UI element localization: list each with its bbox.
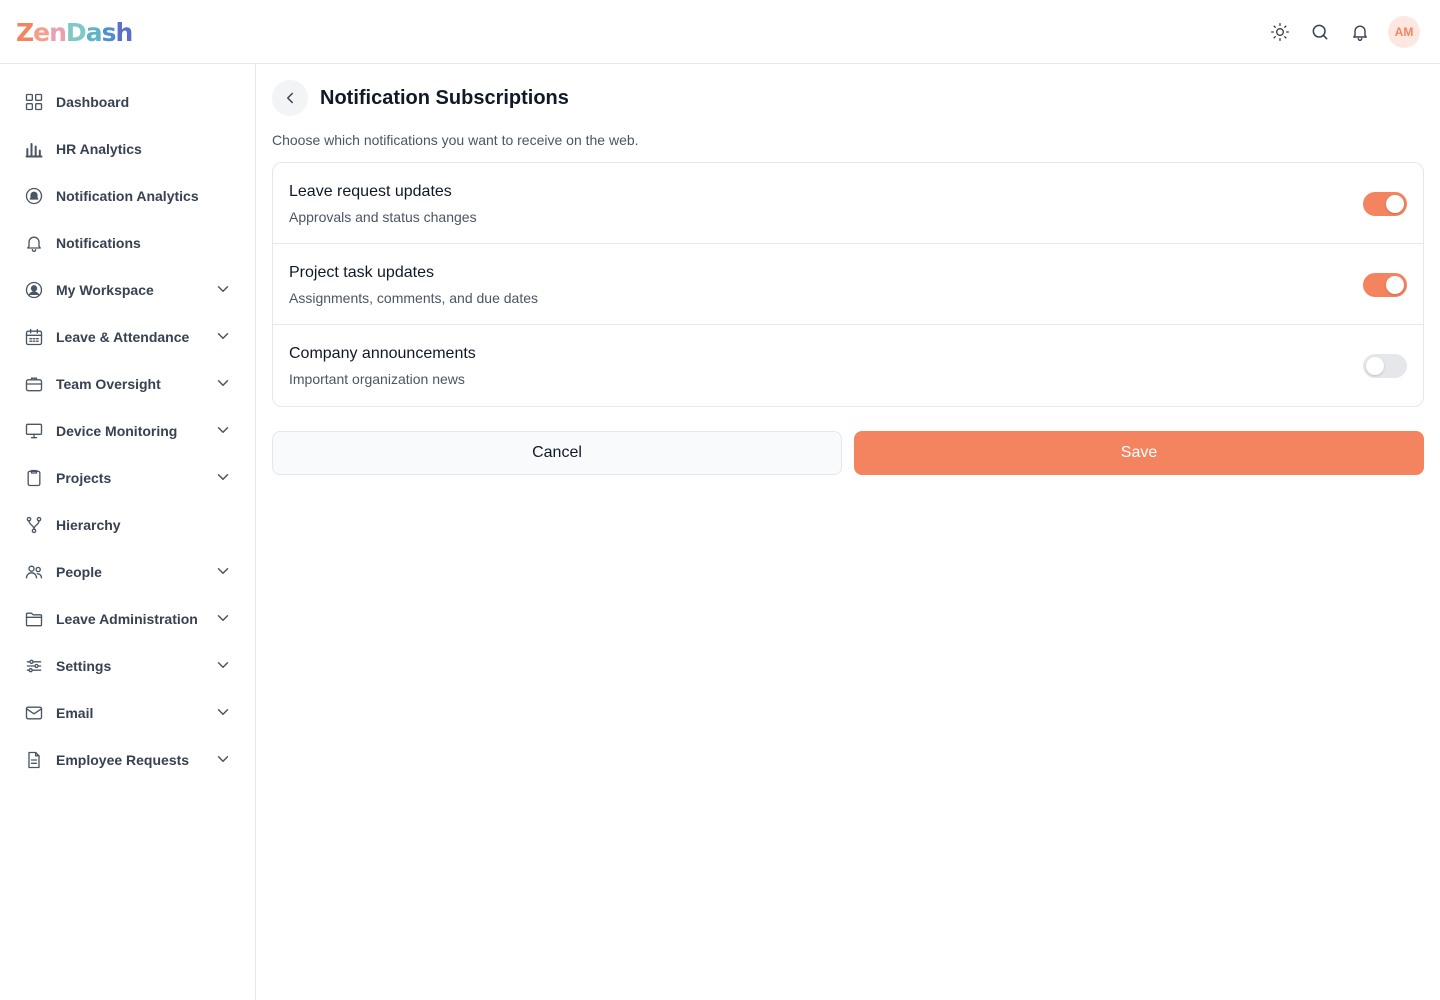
sidebar: Dashboard HR Analytics Notification Analyt… bbox=[0, 64, 256, 1000]
sidebar-item-notifications[interactable]: Notifications bbox=[0, 219, 255, 266]
sidebar-item-label: Team Oversight bbox=[56, 375, 161, 392]
sidebar-item-label: Settings bbox=[56, 657, 112, 674]
sidebar-item-label: Leave & Attendance bbox=[56, 328, 190, 345]
page-title: Notification Subscriptions bbox=[320, 86, 569, 109]
subscription-row: Company announcements Important organizat… bbox=[273, 325, 1423, 406]
sidebar-item-team-oversight[interactable]: Team Oversight bbox=[0, 360, 255, 407]
search-icon[interactable] bbox=[1304, 16, 1336, 48]
toggle-knob bbox=[1386, 276, 1404, 294]
logo-letter: s bbox=[101, 17, 117, 47]
sidebar-item-label: Notification Analytics bbox=[56, 187, 199, 204]
sidebar-item-notification-analytics[interactable]: Notification Analytics bbox=[0, 172, 255, 219]
sliders-icon bbox=[24, 656, 44, 676]
logo-letter: e bbox=[33, 17, 50, 47]
mail-icon bbox=[24, 703, 44, 723]
sidebar-item-label: Projects bbox=[56, 469, 112, 486]
user-circle-icon bbox=[24, 280, 44, 300]
logo-letter: n bbox=[49, 17, 67, 47]
page-subtitle: Choose which notifications you want to r… bbox=[272, 132, 639, 148]
app-logo[interactable]: ZenDash bbox=[16, 14, 133, 50]
subscription-row: Project task updates Assignments, comment… bbox=[273, 244, 1423, 325]
save-button[interactable]: Save bbox=[854, 431, 1424, 475]
chevron-down-icon[interactable] bbox=[214, 421, 232, 439]
sidebar-item-label: Leave Administration bbox=[56, 610, 198, 627]
toggle-knob bbox=[1386, 195, 1404, 213]
subscription-description: Approvals and status changes bbox=[289, 209, 477, 225]
users-icon bbox=[24, 562, 44, 582]
chevron-left-icon bbox=[287, 92, 293, 104]
chevron-down-icon[interactable] bbox=[214, 703, 232, 721]
logo-letter: Z bbox=[16, 17, 34, 47]
briefcase-icon bbox=[24, 374, 44, 394]
top-bar: ZenDash AM bbox=[0, 0, 1440, 64]
sidebar-item-label: Hierarchy bbox=[56, 516, 121, 533]
subscription-toggle[interactable] bbox=[1363, 192, 1407, 216]
page-header: Notification Subscriptions bbox=[272, 80, 1424, 116]
chevron-down-icon[interactable] bbox=[214, 656, 232, 674]
sidebar-item-my-workspace[interactable]: My Workspace bbox=[0, 266, 255, 313]
toggle-knob bbox=[1366, 357, 1384, 375]
sidebar-item-label: Device Monitoring bbox=[56, 422, 178, 439]
sun-icon[interactable] bbox=[1264, 16, 1296, 48]
clipboard-icon bbox=[24, 468, 44, 488]
branch-icon bbox=[24, 515, 44, 535]
logo-letter: a bbox=[85, 17, 103, 47]
subscription-toggle[interactable] bbox=[1363, 354, 1407, 378]
bell-icon[interactable] bbox=[1344, 16, 1376, 48]
bar-chart-icon bbox=[24, 139, 44, 159]
calendar-icon bbox=[24, 327, 44, 347]
logo-letter: h bbox=[115, 17, 133, 47]
sidebar-item-leave-and-attendance[interactable]: Leave & Attendance bbox=[0, 313, 255, 360]
user-avatar[interactable]: AM bbox=[1388, 16, 1420, 48]
sidebar-item-label: HR Analytics bbox=[56, 140, 142, 157]
sidebar-item-label: Dashboard bbox=[56, 93, 130, 110]
subscription-title: Project task updates bbox=[289, 264, 434, 281]
subscription-row: Leave request updates Approvals and statu… bbox=[273, 163, 1423, 244]
subscriptions-card: Leave request updates Approvals and statu… bbox=[272, 162, 1424, 407]
sidebar-item-label: Employee Requests bbox=[56, 751, 190, 768]
chevron-down-icon[interactable] bbox=[214, 562, 232, 580]
sidebar-item-hierarchy[interactable]: Hierarchy bbox=[0, 501, 255, 548]
bell-circle-icon bbox=[24, 186, 44, 206]
sidebar-item-device-monitoring[interactable]: Device Monitoring bbox=[0, 407, 255, 454]
main-content: Notification Subscriptions Choose which … bbox=[256, 64, 1440, 1000]
chevron-down-icon[interactable] bbox=[214, 750, 232, 768]
form-actions: Cancel Save bbox=[272, 431, 1424, 475]
sidebar-item-leave-administration[interactable]: Leave Administration bbox=[0, 595, 255, 642]
chevron-down-icon[interactable] bbox=[214, 280, 232, 298]
subscription-title: Leave request updates bbox=[289, 183, 452, 200]
sidebar-item-people[interactable]: People bbox=[0, 548, 255, 595]
top-actions: AM bbox=[1264, 16, 1420, 48]
subscription-description: Important organization news bbox=[289, 371, 465, 387]
sidebar-item-email[interactable]: Email bbox=[0, 689, 255, 736]
subscription-toggle[interactable] bbox=[1363, 273, 1407, 297]
chevron-down-icon[interactable] bbox=[214, 609, 232, 627]
subscription-description: Assignments, comments, and due dates bbox=[289, 290, 539, 306]
logo-letter: D bbox=[65, 17, 87, 47]
chevron-down-icon[interactable] bbox=[214, 374, 232, 392]
chevron-down-icon[interactable] bbox=[214, 327, 232, 345]
sidebar-item-label: People bbox=[56, 563, 102, 580]
folder-icon bbox=[24, 609, 44, 629]
sidebar-item-hr-analytics[interactable]: HR Analytics bbox=[0, 125, 255, 172]
sidebar-item-projects[interactable]: Projects bbox=[0, 454, 255, 501]
sidebar-item-employee-requests[interactable]: Employee Requests bbox=[0, 736, 255, 783]
monitor-icon bbox=[24, 421, 44, 441]
grid-icon bbox=[24, 92, 44, 112]
bell-icon bbox=[24, 233, 44, 253]
cancel-button[interactable]: Cancel bbox=[272, 431, 842, 475]
sidebar-item-settings[interactable]: Settings bbox=[0, 642, 255, 689]
back-button[interactable] bbox=[272, 80, 308, 116]
sidebar-item-label: My Workspace bbox=[56, 281, 154, 298]
sidebar-item-label: Email bbox=[56, 704, 94, 721]
document-icon bbox=[24, 750, 44, 770]
sidebar-item-label: Notifications bbox=[56, 234, 141, 251]
subscription-title: Company announcements bbox=[289, 345, 476, 362]
chevron-down-icon[interactable] bbox=[214, 468, 232, 486]
sidebar-item-dashboard[interactable]: Dashboard bbox=[0, 78, 255, 125]
